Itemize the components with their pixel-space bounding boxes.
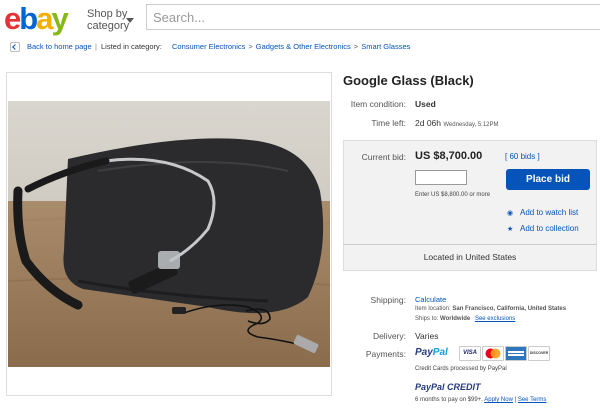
- listed-in-label: Listed in category:: [101, 42, 162, 51]
- apply-now-link[interactable]: Apply Now: [484, 397, 513, 403]
- back-to-home-link[interactable]: Back to home page: [27, 38, 92, 56]
- see-terms-link[interactable]: See Terms: [518, 397, 547, 403]
- mastercard-circles-icon: [485, 348, 501, 359]
- item-title: Google Glass (Black): [343, 73, 474, 88]
- ships-to-value: Worldwide: [440, 316, 471, 322]
- paypal-logo: PayPal: [415, 347, 448, 358]
- divider: [343, 244, 597, 245]
- star-icon: ★: [507, 226, 514, 233]
- logo-letter-a: a: [36, 1, 53, 36]
- paypal-credit-logo: PayPal CREDIT: [415, 382, 481, 392]
- ships-to-line: Ships to: Worldwide See exclusions: [415, 316, 515, 322]
- breadcrumb-chevron: >: [248, 42, 253, 51]
- breadcrumb-chevron: >: [353, 42, 359, 51]
- item-location-label: Item location:: [415, 306, 451, 312]
- category-link-gadgets[interactable]: Gadgets & Other Electronics: [256, 42, 351, 51]
- current-bid-label: Current bid:: [361, 152, 406, 162]
- amex-pattern-icon: [508, 351, 524, 356]
- eye-icon: ◉: [507, 210, 514, 217]
- category-label: category: [87, 20, 130, 32]
- paypal-pay-text: Pay: [415, 347, 433, 358]
- shop-by-category-button[interactable]: Shop by category: [87, 8, 134, 32]
- watch-list-label: Add to watch list: [520, 208, 579, 217]
- product-photo: [8, 101, 330, 367]
- chevron-down-icon: [126, 18, 134, 23]
- search-input[interactable]: [146, 4, 600, 30]
- logo-letter-b: b: [19, 1, 38, 36]
- add-to-collection-link[interactable]: ★ Add to collection: [507, 224, 579, 233]
- months-to-pay-text: 6 months to pay on $99+.: [415, 397, 483, 403]
- time-left-label: Time left:: [371, 118, 406, 128]
- calculate-shipping-link[interactable]: Calculate: [415, 295, 446, 304]
- item-condition-value: Used: [415, 99, 436, 109]
- logo-letter-e: e: [4, 1, 21, 36]
- header: ebay Shop by category: [0, 0, 600, 36]
- amex-card-icon: [505, 346, 527, 361]
- logo-letter-y: y: [51, 1, 68, 36]
- delivery-label: Delivery:: [372, 331, 406, 341]
- time-left-value: 2d 06h Wednesday, 5:12PM: [415, 118, 499, 128]
- back-arrow-icon[interactable]: [10, 42, 20, 52]
- mastercard-card-icon: [482, 346, 504, 361]
- item-location-summary: Located in United States: [423, 252, 517, 262]
- bid-instruction: Enter US $8,800.00 or more: [415, 192, 491, 198]
- add-to-watch-list-link[interactable]: ◉ Add to watch list: [507, 208, 578, 217]
- breadcrumb-separator: |: [95, 42, 97, 51]
- paypal-credit-offer: 6 months to pay on $99+. Apply Now | See…: [415, 397, 546, 403]
- product-image-container[interactable]: [6, 72, 332, 396]
- shop-by-label: Shop by: [87, 8, 128, 20]
- bids-count-link[interactable]: [ 60 bids ]: [505, 152, 540, 161]
- category-path: Consumer Electronics > Gadgets & Other Ele…: [172, 38, 410, 56]
- credit-cards-processed-text: Credit Cards processed by PayPal: [415, 366, 507, 372]
- payments-label: Payments:: [365, 349, 406, 359]
- shipping-label: Shipping:: [370, 295, 406, 305]
- item-location-line: Item location: San Francisco, California…: [415, 306, 566, 312]
- bid-amount-input[interactable]: [415, 170, 467, 185]
- time-left-duration: 2d 06h: [415, 118, 441, 128]
- see-exclusions-link[interactable]: See exclusions: [475, 316, 515, 322]
- delivery-value: Varies: [415, 331, 439, 341]
- place-bid-button[interactable]: Place bid: [506, 169, 590, 190]
- ebay-logo[interactable]: ebay: [4, 1, 69, 36]
- current-bid-value: US $8,700.00: [415, 150, 483, 162]
- time-left-end: Wednesday, 5:12PM: [443, 122, 499, 128]
- collection-label: Add to collection: [520, 224, 579, 233]
- breadcrumb: Back to home page | Listed in category: …: [0, 38, 600, 56]
- item-location-value: San Francisco, California, United States: [452, 306, 567, 312]
- item-condition-label: Item condition:: [350, 99, 406, 109]
- paypal-credit-text: PayPal CREDIT: [415, 382, 481, 392]
- ships-to-label: Ships to:: [415, 316, 439, 322]
- visa-card-icon: VISA: [459, 346, 481, 361]
- category-link-consumer-electronics[interactable]: Consumer Electronics: [172, 42, 245, 51]
- paypal-pal-text: Pal: [432, 347, 448, 358]
- offer-separator: |: [514, 397, 517, 403]
- category-link-smart-glasses[interactable]: Smart Glasses: [361, 42, 410, 51]
- discover-card-icon: DISCOVER: [528, 346, 550, 361]
